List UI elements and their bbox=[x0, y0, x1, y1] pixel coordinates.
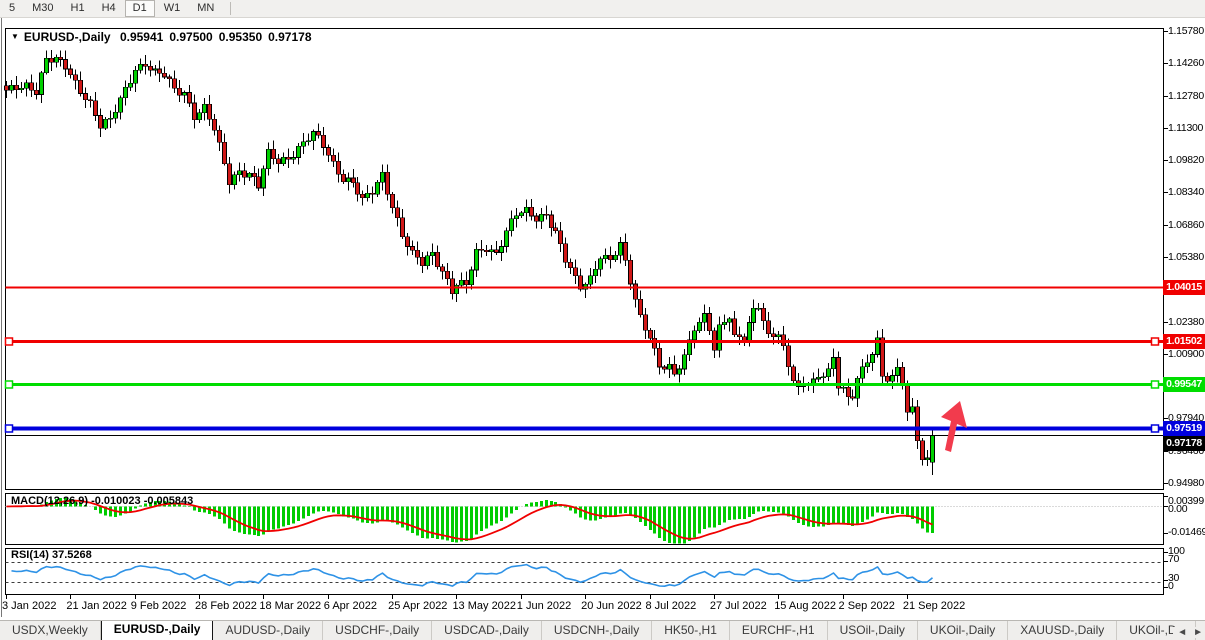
chart-tab-ukoil--daily[interactable]: UKOil-,Daily bbox=[918, 621, 1008, 640]
chart-tab-eurchf--h1[interactable]: EURCHF-,H1 bbox=[730, 621, 828, 640]
price-label-0.99547: 0.99547 bbox=[1163, 377, 1205, 392]
rsi-value: 37.5268 bbox=[52, 549, 92, 561]
tab-scroll-left-icon[interactable]: ◄ bbox=[1177, 627, 1187, 638]
date-axis-label: 27 Jul 2022 bbox=[710, 600, 767, 613]
price-axis-label: 1.09820 bbox=[1168, 154, 1204, 166]
horizontal-lines bbox=[6, 288, 1164, 433]
hline-handle[interactable] bbox=[6, 338, 13, 345]
date-axis-label: 1 Jun 2022 bbox=[517, 600, 571, 613]
hline-handle[interactable] bbox=[1152, 381, 1159, 388]
date-axis-label: 8 Jul 2022 bbox=[646, 600, 697, 613]
price-label-1.01502: 1.01502 bbox=[1163, 334, 1205, 349]
current-price-label: 0.97178 bbox=[1163, 436, 1205, 451]
macd-axis-label: 0.00 bbox=[1168, 503, 1187, 515]
ohlc-open: 0.95941 bbox=[120, 30, 163, 44]
hline-handle[interactable] bbox=[1152, 338, 1159, 345]
price-label-0.97519: 0.97519 bbox=[1163, 421, 1205, 436]
chart-tab-hk50--h1[interactable]: HK50-,H1 bbox=[652, 621, 730, 640]
date-axis-label: 21 Jan 2022 bbox=[66, 600, 127, 613]
date-axis-label: 20 Jun 2022 bbox=[581, 600, 642, 613]
price-axis-label: 1.06860 bbox=[1168, 219, 1204, 231]
price-label-1.04015: 1.04015 bbox=[1163, 280, 1205, 295]
chart-tab-usdchf--daily[interactable]: USDCHF-,Daily bbox=[323, 621, 432, 640]
macd-values: -0.010023 -0.005843 bbox=[91, 495, 193, 507]
hline-handle[interactable] bbox=[6, 381, 13, 388]
hline-handle[interactable] bbox=[1152, 425, 1159, 432]
chart-tab-audusd--daily[interactable]: AUDUSD-,Daily bbox=[213, 621, 323, 640]
date-axis-label: 3 Jan 2022 bbox=[2, 600, 56, 613]
date-axis-label: 25 Apr 2022 bbox=[388, 600, 447, 613]
price-axis-label: 1.15780 bbox=[1168, 25, 1204, 37]
price-axis-label: 1.08340 bbox=[1168, 186, 1204, 198]
price-axis-label: 0.94980 bbox=[1168, 477, 1204, 489]
chart-title: ▼ EURUSD-,Daily 0.95941 0.97500 0.95350 0.97… bbox=[11, 30, 318, 44]
rsi-label: RSI(14) 37.5268 bbox=[11, 549, 92, 561]
date-axis-label: 15 Aug 2022 bbox=[774, 600, 836, 613]
tab-scroll-buttons: ◄ ► bbox=[1173, 627, 1203, 638]
ohlc-low: 0.95350 bbox=[219, 30, 262, 44]
date-axis-label: 21 Sep 2022 bbox=[903, 600, 965, 613]
date-axis-label: 18 Mar 2022 bbox=[259, 600, 321, 613]
price-axis-label: 1.05380 bbox=[1168, 251, 1204, 263]
macd-axis-label: -0.01469 bbox=[1168, 526, 1205, 538]
price-axis-label: 1.00900 bbox=[1168, 348, 1204, 360]
chart-symbol: EURUSD-,Daily bbox=[24, 30, 111, 44]
price-axis-label: 1.02380 bbox=[1168, 316, 1204, 328]
date-axis-label: 9 Feb 2022 bbox=[131, 600, 187, 613]
chart-tab-usdcad--daily[interactable]: USDCAD-,Daily bbox=[432, 621, 542, 640]
chart-tab-bar: USDX,WeeklyEURUSD-,DailyAUDUSD-,DailyUSD… bbox=[0, 620, 1205, 640]
chart-tab-xauusd--daily[interactable]: XAUUSD-,Daily bbox=[1008, 621, 1117, 640]
date-axis-label: 6 Apr 2022 bbox=[324, 600, 377, 613]
chart-tab-usdx-weekly[interactable]: USDX,Weekly bbox=[0, 621, 101, 640]
mt4-window: 5M30H1H4D1W1MN ▼EURUSD-,Daily 0.959410.9… bbox=[0, 0, 1205, 640]
candlestick-series bbox=[5, 50, 935, 475]
rsi-pane-border bbox=[6, 549, 1164, 595]
ohlc-close: 0.97178 bbox=[268, 30, 311, 44]
tab-scroll-right-icon[interactable]: ► bbox=[1193, 627, 1203, 638]
chart-canvas bbox=[0, 0, 1205, 640]
date-axis-label: 13 May 2022 bbox=[452, 600, 516, 613]
ohlc-high: 0.97500 bbox=[169, 30, 212, 44]
price-axis-label: 1.14260 bbox=[1168, 57, 1204, 69]
chart-tab-eurusd--daily[interactable]: EURUSD-,Daily bbox=[101, 620, 214, 640]
price-axis-label: 1.12780 bbox=[1168, 90, 1204, 102]
date-axis-label: 2 Sep 2022 bbox=[839, 600, 895, 613]
rsi-axis-label: 70 bbox=[1168, 553, 1179, 565]
chart-tab-usdcnh--daily[interactable]: USDCNH-,Daily bbox=[542, 621, 652, 640]
date-axis-label: 28 Feb 2022 bbox=[195, 600, 257, 613]
price-axis-label: 1.11300 bbox=[1168, 122, 1203, 134]
rsi-name: RSI(14) bbox=[11, 549, 49, 561]
rsi-axis-label: 0 bbox=[1168, 580, 1174, 592]
macd-label: MACD(12,26,9) -0.010023 -0.005843 bbox=[11, 495, 193, 507]
macd-name: MACD(12,26,9) bbox=[11, 495, 88, 507]
hline-handle[interactable] bbox=[6, 425, 13, 432]
symbol-dropdown-icon[interactable]: ▼ bbox=[11, 32, 19, 41]
chart-tab-usoil--daily[interactable]: USOil-,Daily bbox=[828, 621, 918, 640]
axis-ticks bbox=[7, 32, 1169, 600]
